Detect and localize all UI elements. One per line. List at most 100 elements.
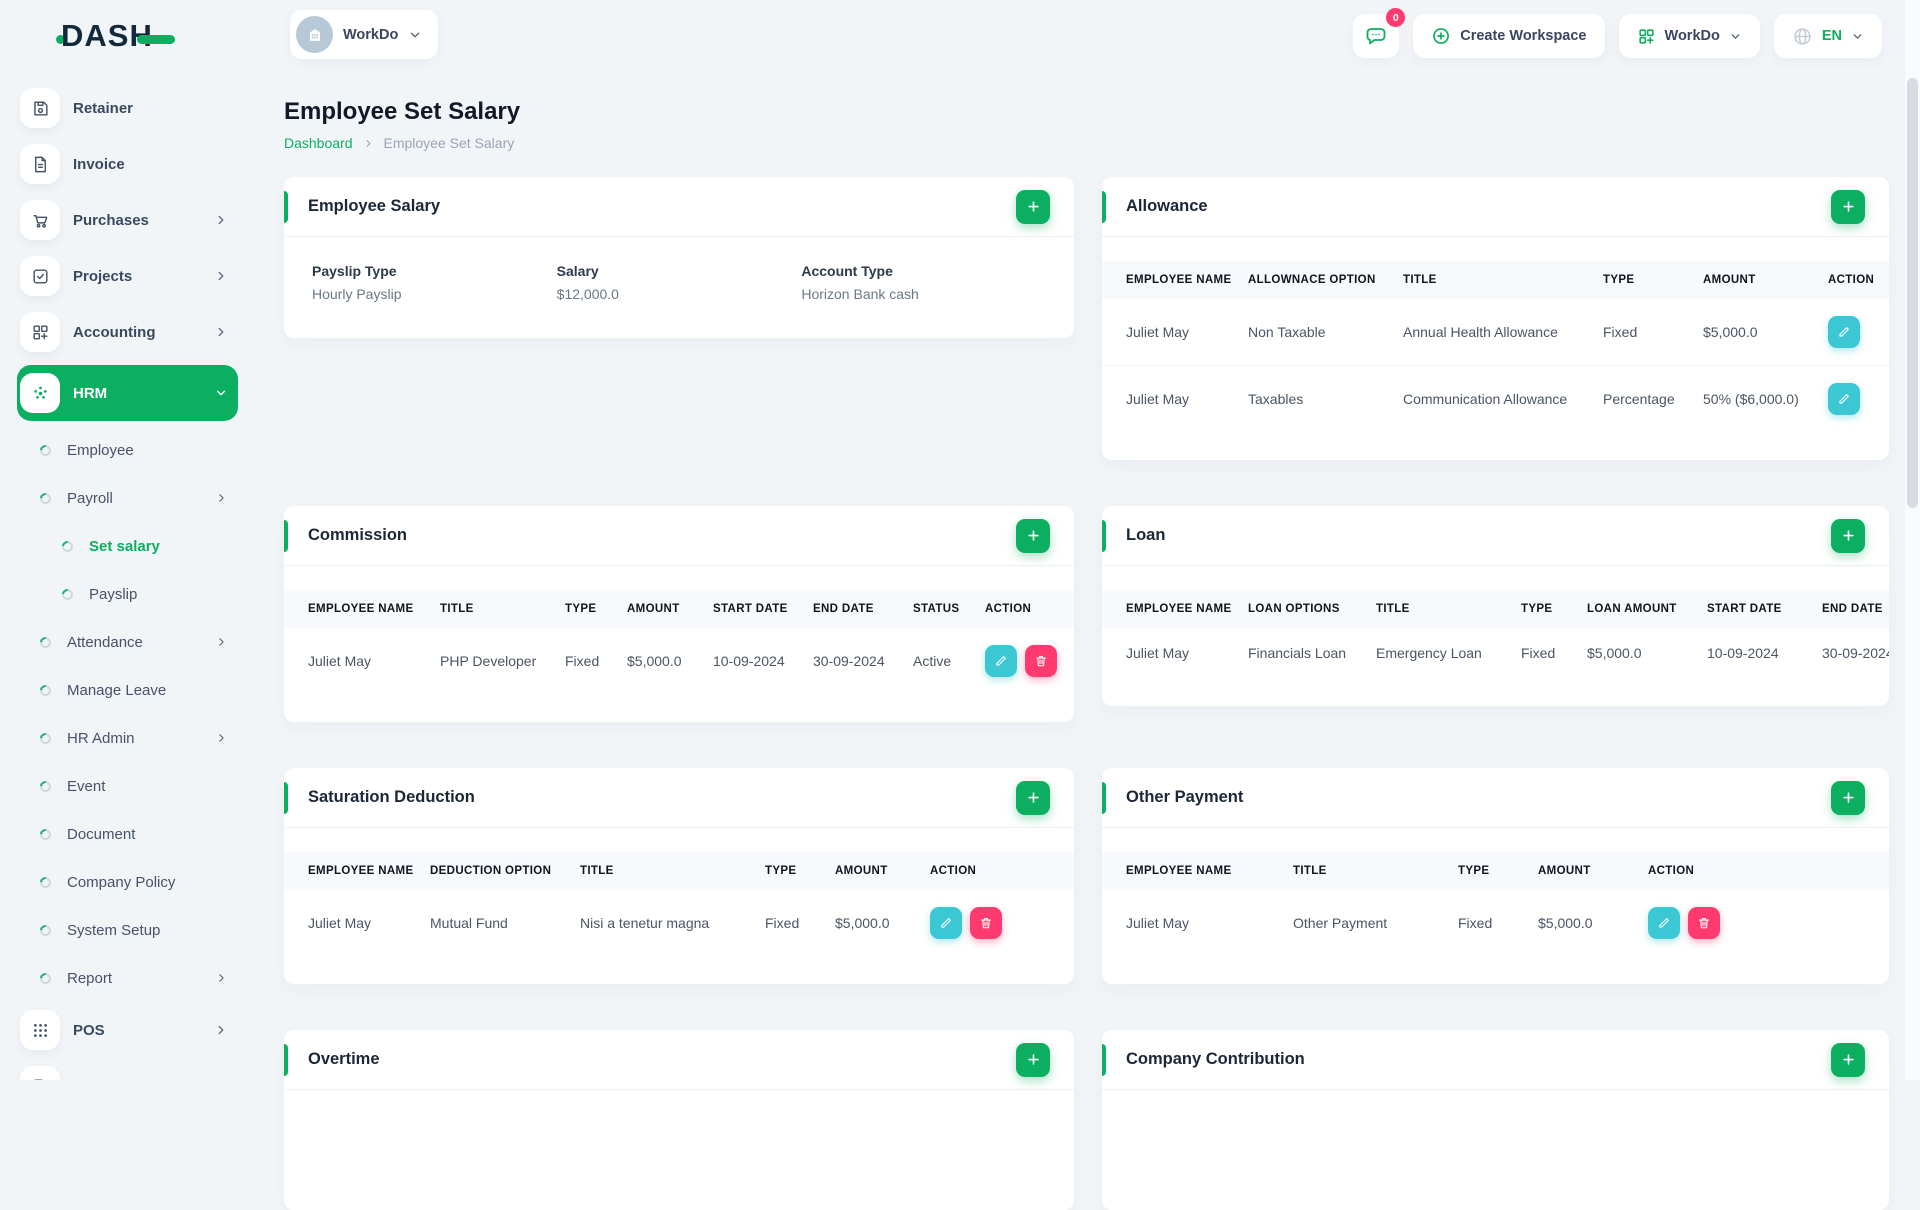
table-cell: Annual Health Allowance bbox=[1387, 299, 1587, 366]
table-cell: Emergency Loan bbox=[1360, 628, 1505, 678]
language-button[interactable]: EN bbox=[1774, 14, 1882, 58]
edit-button[interactable] bbox=[985, 645, 1017, 677]
other-payment-card: Other Payment EMPLOYEE NAME TITLE TYPE A… bbox=[1102, 768, 1889, 984]
trash-icon bbox=[979, 916, 993, 930]
table-cell: Juliet May bbox=[1102, 890, 1277, 956]
plus-icon bbox=[1841, 1052, 1856, 1067]
pencil-icon bbox=[1837, 392, 1851, 406]
table-row: Juliet May Non Taxable Annual Health All… bbox=[1102, 299, 1889, 366]
pencil-icon bbox=[939, 916, 953, 930]
table-cell: Juliet May bbox=[284, 628, 424, 694]
scrollbar[interactable] bbox=[1905, 0, 1920, 1080]
add-overtime-button[interactable] bbox=[1016, 1043, 1050, 1077]
column-header: EMPLOYEE NAME bbox=[284, 590, 424, 628]
column-header: END DATE bbox=[1806, 590, 1889, 628]
column-header: AMOUNT bbox=[819, 852, 914, 890]
column-header: START DATE bbox=[1691, 590, 1806, 628]
column-header: STATUS bbox=[897, 590, 969, 628]
column-header: TYPE bbox=[1505, 590, 1571, 628]
create-workspace-button[interactable]: Create Workspace bbox=[1413, 14, 1604, 58]
plus-icon bbox=[1026, 528, 1041, 543]
table-header-row: EMPLOYEE NAME LOAN OPTIONS TITLE TYPE LO… bbox=[1102, 590, 1889, 628]
column-header: ACTION bbox=[969, 590, 1074, 628]
add-company-contribution-button[interactable] bbox=[1831, 1043, 1865, 1077]
main-content: Employee Set Salary Dashboard Employee S… bbox=[0, 72, 1920, 1210]
edit-button[interactable] bbox=[930, 907, 962, 939]
delete-button[interactable] bbox=[1025, 645, 1057, 677]
plus-icon bbox=[1026, 199, 1041, 214]
add-allowance-button[interactable] bbox=[1831, 190, 1865, 224]
salary-field: Salary $12,000.0 bbox=[557, 263, 802, 302]
table-row: Juliet May Mutual Fund Nisi a tenetur ma… bbox=[284, 890, 1074, 956]
chevron-down-icon bbox=[408, 28, 422, 42]
card-title: Other Payment bbox=[1126, 788, 1243, 807]
workspace-avatar bbox=[296, 16, 333, 53]
table-cell: $5,000.0 bbox=[1522, 890, 1632, 956]
add-saturation-deduction-button[interactable] bbox=[1016, 781, 1050, 815]
loan-card: Loan EMPLOYEE NAME LOAN OPTIONS TITLE TY… bbox=[1102, 506, 1889, 706]
company-contribution-card: Company Contribution bbox=[1102, 1030, 1889, 1210]
card-title: Commission bbox=[308, 526, 407, 545]
delete-button[interactable] bbox=[970, 907, 1002, 939]
table-cell: Fixed bbox=[1505, 628, 1571, 678]
table-row: Juliet May Taxables Communication Allowa… bbox=[1102, 366, 1889, 433]
pencil-icon bbox=[994, 654, 1008, 668]
chevron-right-icon bbox=[363, 138, 374, 149]
account-type-field: Account Type Horizon Bank cash bbox=[801, 263, 1046, 302]
plus-icon bbox=[1841, 528, 1856, 543]
table-cell: Fixed bbox=[749, 890, 819, 956]
table-cell: Other Payment bbox=[1277, 890, 1442, 956]
loan-table: EMPLOYEE NAME LOAN OPTIONS TITLE TYPE LO… bbox=[1102, 590, 1889, 678]
workspace-menu-button[interactable]: WorkDo bbox=[1619, 14, 1760, 58]
scrollbar-thumb[interactable] bbox=[1907, 78, 1918, 508]
add-employee-salary-button[interactable] bbox=[1016, 190, 1050, 224]
plus-icon bbox=[1026, 790, 1041, 805]
overtime-card: Overtime bbox=[284, 1030, 1074, 1210]
table-cell: 10-09-2024 bbox=[697, 628, 797, 694]
column-header: TITLE bbox=[1277, 852, 1442, 890]
table-cell: Juliet May bbox=[1102, 628, 1232, 678]
employee-salary-card: Employee Salary Payslip Type Hourly Pays… bbox=[284, 177, 1074, 338]
other-payment-table: EMPLOYEE NAME TITLE TYPE AMOUNT ACTION J… bbox=[1102, 852, 1889, 956]
column-header: TYPE bbox=[549, 590, 611, 628]
table-cell: Fixed bbox=[1442, 890, 1522, 956]
edit-button[interactable] bbox=[1828, 316, 1860, 348]
messages-button[interactable]: 0 bbox=[1353, 14, 1399, 58]
grid-plus-icon bbox=[1637, 27, 1656, 46]
workspace-selector[interactable]: WorkDo bbox=[290, 10, 438, 59]
column-header: LOAN AMOUNT bbox=[1571, 590, 1691, 628]
dash-logo: DASH bbox=[56, 18, 175, 54]
breadcrumb-current: Employee Set Salary bbox=[384, 135, 515, 151]
add-other-payment-button[interactable] bbox=[1831, 781, 1865, 815]
plus-icon bbox=[1841, 199, 1856, 214]
trash-icon bbox=[1697, 916, 1711, 930]
table-row: Juliet May Financials Loan Emergency Loa… bbox=[1102, 628, 1889, 678]
column-header: TYPE bbox=[1442, 852, 1522, 890]
allowance-table: EMPLOYEE NAME ALLOWNACE OPTION TITLE TYP… bbox=[1102, 261, 1889, 432]
breadcrumb-dashboard-link[interactable]: Dashboard bbox=[284, 135, 353, 151]
column-header: TITLE bbox=[564, 852, 749, 890]
add-commission-button[interactable] bbox=[1016, 519, 1050, 553]
edit-button[interactable] bbox=[1828, 383, 1860, 415]
topbar-actions: 0 Create Workspace WorkDo EN bbox=[1353, 14, 1882, 58]
language-label: EN bbox=[1822, 28, 1842, 44]
payslip-type-field: Payslip Type Hourly Payslip bbox=[312, 263, 557, 302]
table-row: Juliet May Other Payment Fixed $5,000.0 bbox=[1102, 890, 1889, 956]
table-cell: Juliet May bbox=[1102, 299, 1232, 366]
chevron-down-icon bbox=[1851, 30, 1864, 43]
delete-button[interactable] bbox=[1688, 907, 1720, 939]
table-cell: $5,000.0 bbox=[819, 890, 914, 956]
table-cell: 30-09-2024 bbox=[1806, 628, 1889, 678]
table-cell: Taxables bbox=[1232, 366, 1387, 433]
plus-icon bbox=[1026, 1052, 1041, 1067]
commission-card: Commission EMPLOYEE NAME TITLE TYPE AMOU… bbox=[284, 506, 1074, 722]
column-header: TITLE bbox=[424, 590, 549, 628]
table-header-row: EMPLOYEE NAME ALLOWNACE OPTION TITLE TYP… bbox=[1102, 261, 1889, 299]
column-header: AMOUNT bbox=[1522, 852, 1632, 890]
logo-dash bbox=[137, 35, 175, 44]
column-header: AMOUNT bbox=[611, 590, 697, 628]
table-cell: $5,000.0 bbox=[611, 628, 697, 694]
edit-button[interactable] bbox=[1648, 907, 1680, 939]
breadcrumb: Dashboard Employee Set Salary bbox=[284, 135, 1890, 151]
add-loan-button[interactable] bbox=[1831, 519, 1865, 553]
